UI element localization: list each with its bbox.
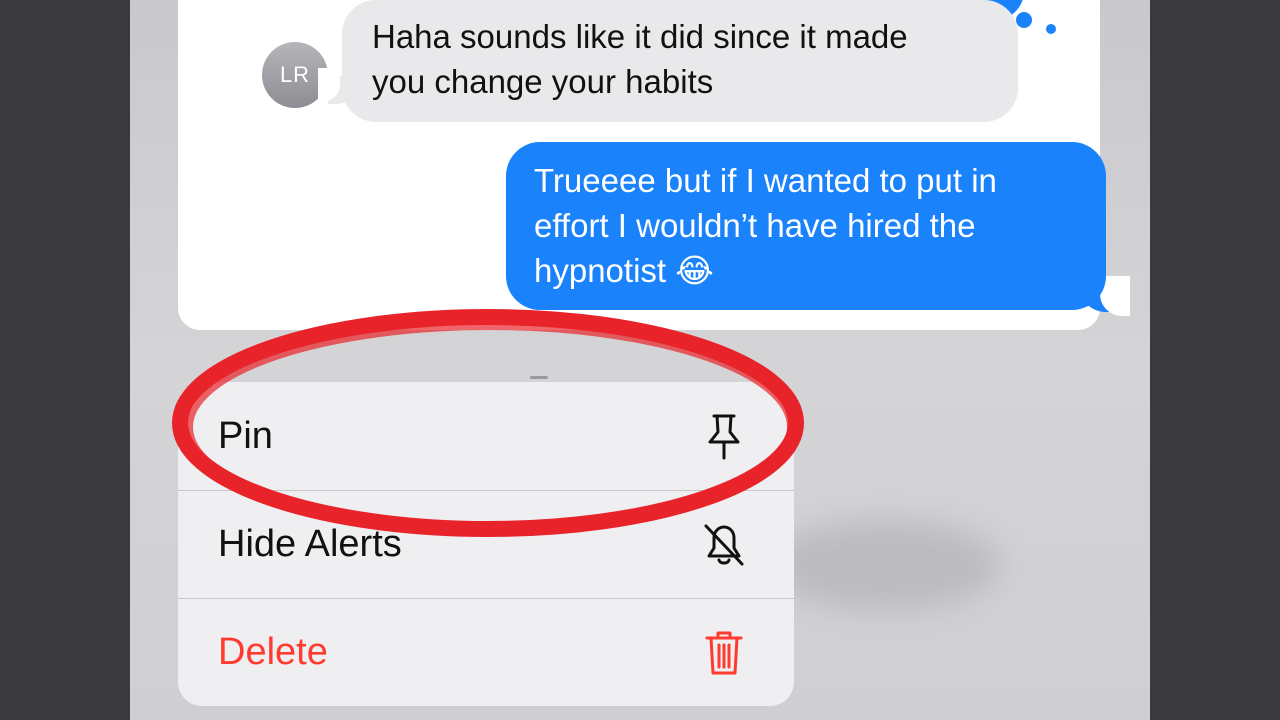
- context-menu: Pin Hide Alerts Delete: [178, 382, 794, 706]
- phone-screen: LR Haha sounds like it did since it made…: [130, 0, 1150, 720]
- background-shadow: [770, 520, 1000, 610]
- thought-bubble-dot: [1046, 24, 1056, 34]
- message-line: Haha sounds like it did since it made: [372, 18, 908, 55]
- menu-item-label: Pin: [218, 414, 273, 457]
- menu-item-label: Delete: [218, 631, 328, 673]
- pin-icon: [702, 414, 746, 460]
- thought-bubble-dot: [1016, 12, 1032, 28]
- menu-item-label: Hide Alerts: [218, 523, 402, 565]
- message-line: Trueeee but if I wanted to put in: [534, 162, 997, 199]
- trash-icon: [702, 631, 746, 675]
- menu-item-hide-alerts[interactable]: Hide Alerts: [178, 490, 794, 598]
- message-line: effort I wouldn’t have hired the: [534, 207, 976, 244]
- menu-item-delete[interactable]: Delete: [178, 598, 794, 706]
- message-line: hypnotist 😂: [534, 252, 714, 289]
- outgoing-message-bubble[interactable]: Trueeee but if I wanted to put in effort…: [506, 142, 1106, 310]
- conversation-preview: LR Haha sounds like it did since it made…: [178, 0, 1130, 330]
- menu-grip: [530, 376, 548, 379]
- message-line: you change your habits: [372, 63, 714, 100]
- incoming-message-bubble[interactable]: Haha sounds like it did since it made yo…: [342, 0, 1018, 122]
- menu-item-pin[interactable]: Pin: [178, 382, 794, 490]
- bell-slash-icon: [702, 523, 746, 567]
